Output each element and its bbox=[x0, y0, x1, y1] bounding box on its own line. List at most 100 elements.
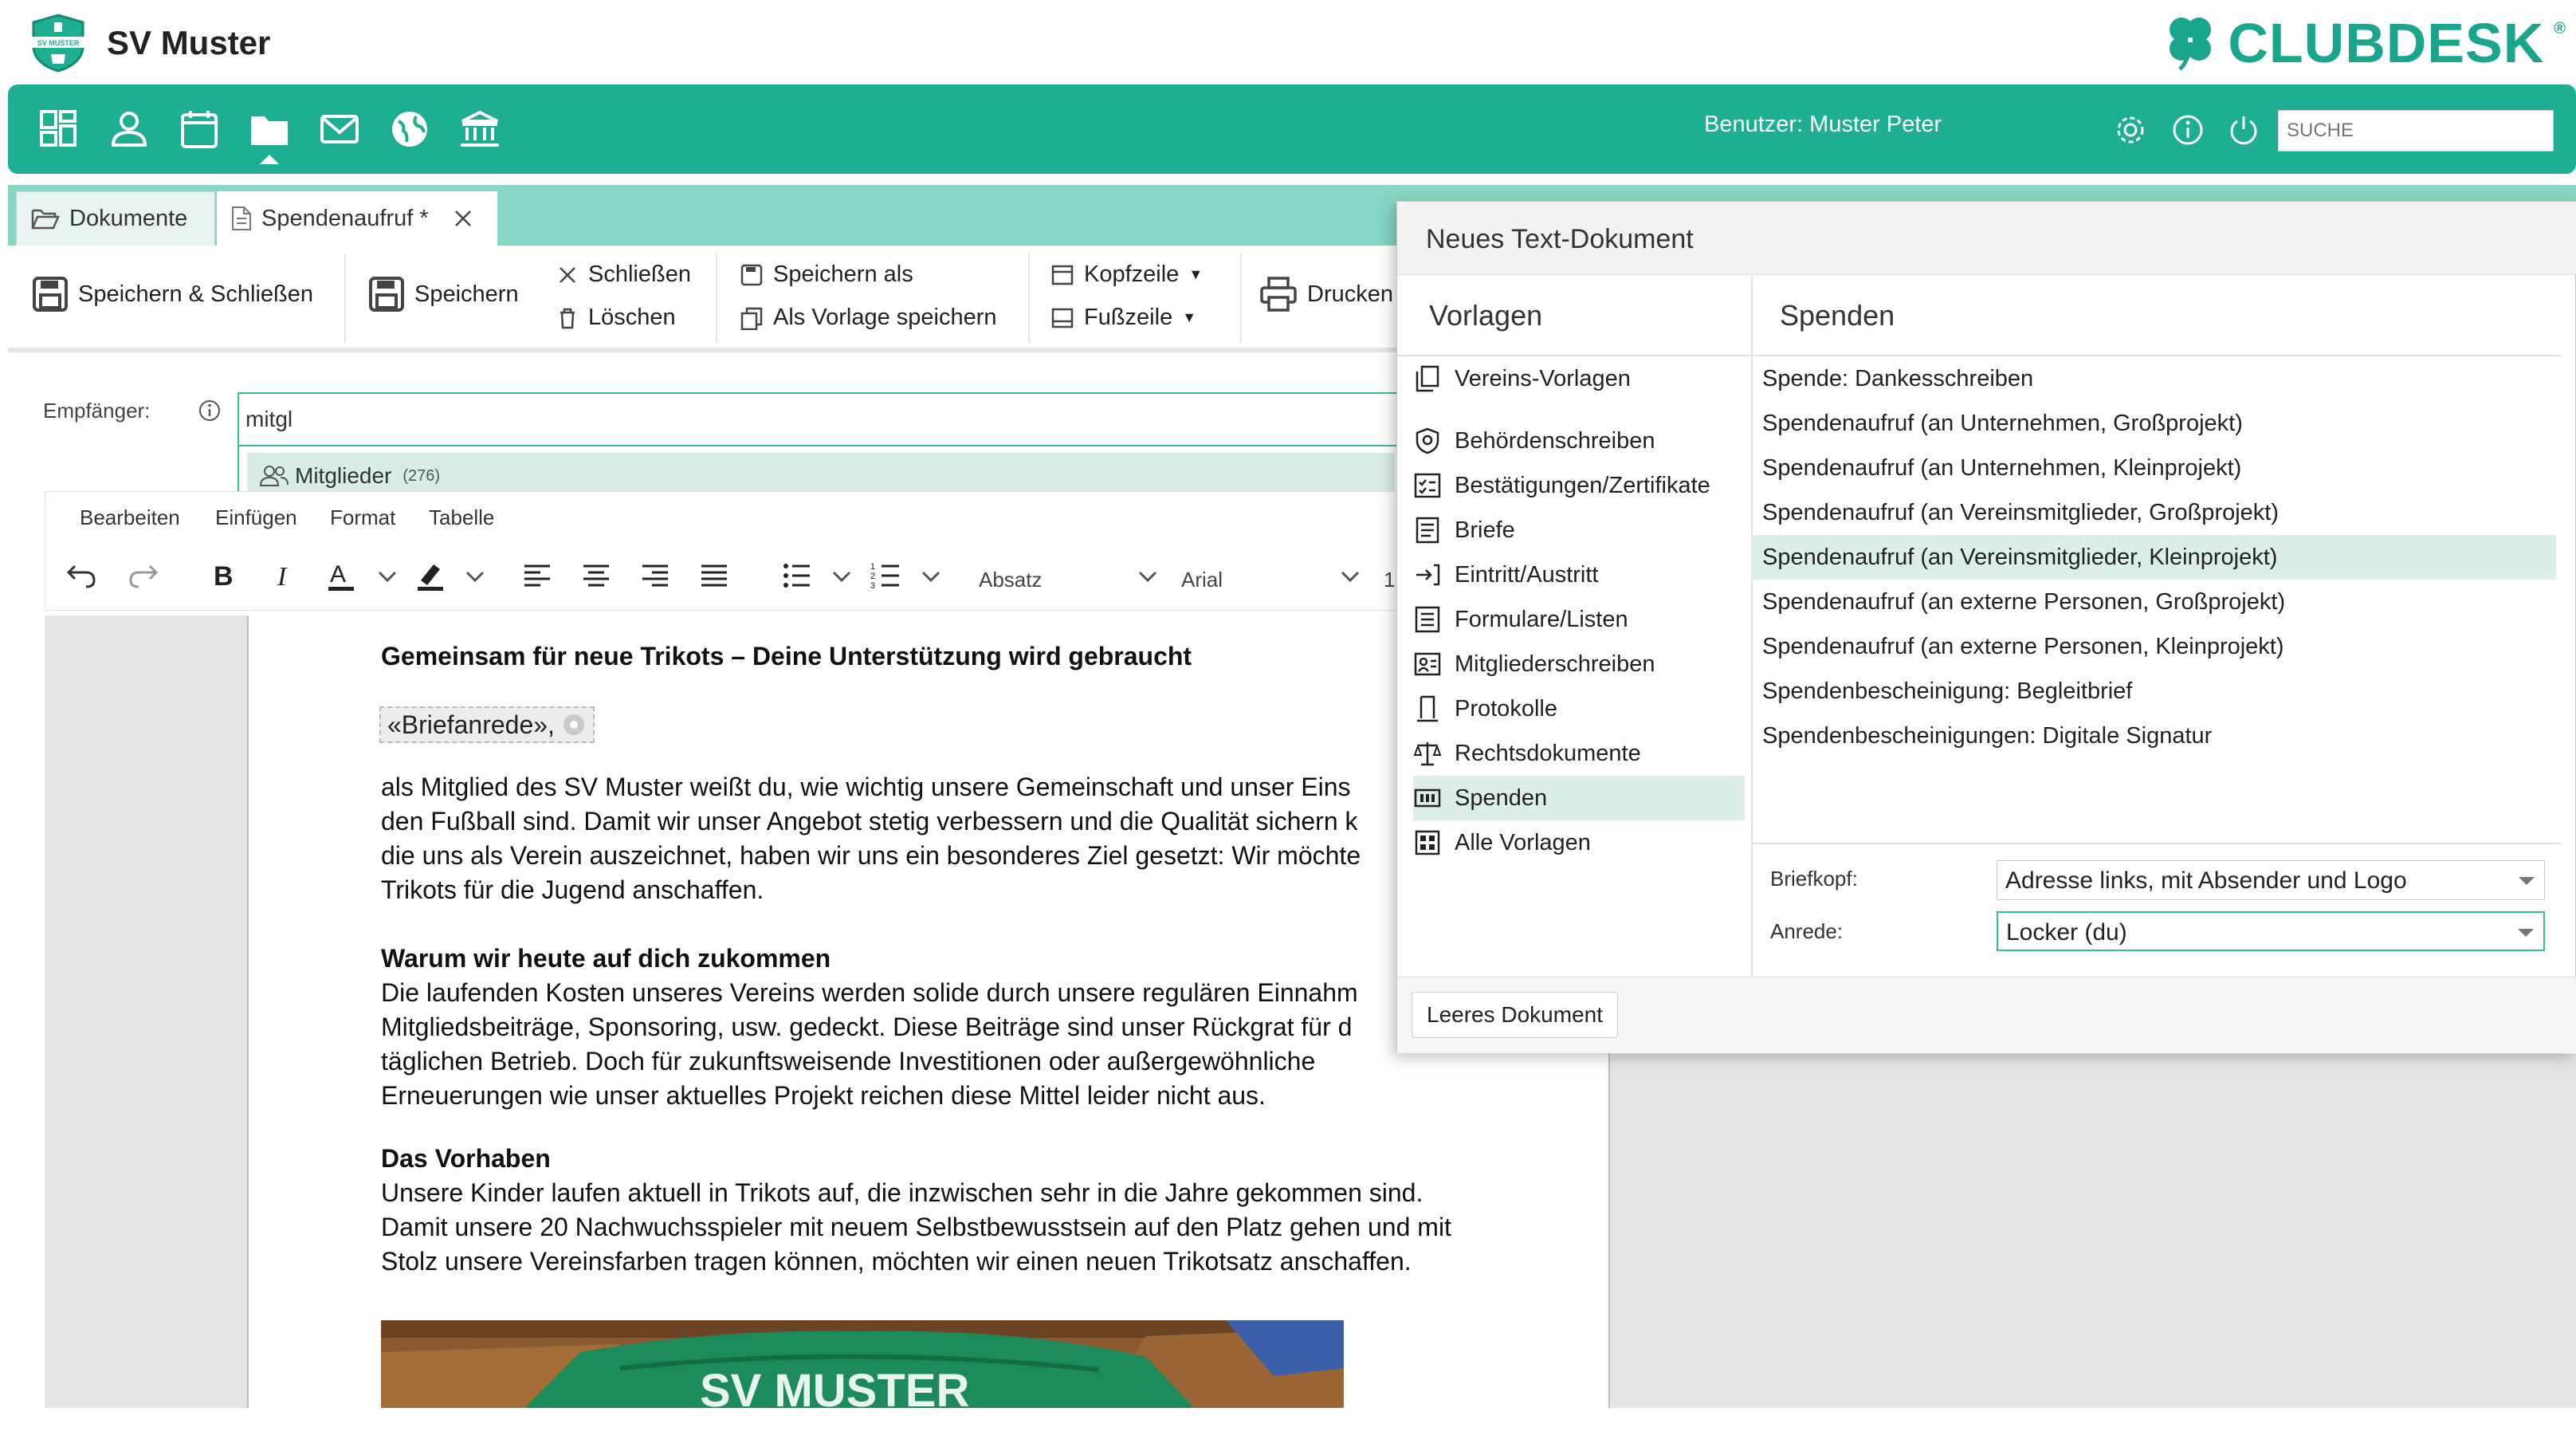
folder-icon[interactable] bbox=[249, 108, 290, 150]
paragraph-line[interactable]: Stolz unsere Vereinsfarben tragen können… bbox=[381, 1245, 1412, 1279]
header-dropdown[interactable]: Kopfzeile ▼ bbox=[1050, 261, 1203, 288]
current-user-label[interactable]: Benutzer: Muster Peter bbox=[1704, 112, 1942, 138]
template-item-selected[interactable]: Spendenaufruf (an Vereinsmitglieder, Kle… bbox=[1751, 535, 2556, 580]
dashboard-icon[interactable] bbox=[38, 108, 80, 150]
paragraph-line[interactable]: die uns als Verein auszeichnet, haben wi… bbox=[381, 839, 1361, 873]
block-format-select[interactable]: Absatz bbox=[979, 568, 1043, 592]
recipient-input[interactable]: mitgl bbox=[238, 392, 1401, 446]
paragraph-line[interactable]: Die laufenden Kosten unseres Vereins wer… bbox=[381, 976, 1358, 1010]
save-template-button[interactable]: Als Vorlage speichern bbox=[740, 305, 997, 331]
save-icon bbox=[33, 277, 68, 312]
undo-icon[interactable] bbox=[64, 558, 99, 593]
paragraph-line[interactable]: Erneuerungen wie unser aktuelles Projekt… bbox=[381, 1079, 1266, 1113]
category-vereins-vorlagen[interactable]: Vereins-Vorlagen bbox=[1413, 356, 1745, 401]
letter-icon bbox=[1416, 517, 1439, 544]
print-button[interactable]: Drucken bbox=[1259, 276, 1393, 313]
font-size-select[interactable]: 1 bbox=[1384, 568, 1395, 592]
section-heading[interactable]: Das Vorhaben bbox=[381, 1142, 551, 1176]
paragraph-line[interactable]: als Mitglied des SV Muster weißt du, wie… bbox=[381, 770, 1351, 804]
template-item[interactable]: Spendenaufruf (an Unternehmen, Kleinproj… bbox=[1751, 446, 2556, 490]
calendar-icon[interactable] bbox=[179, 108, 220, 150]
template-item[interactable]: Spendenaufruf (an externe Personen, Klei… bbox=[1751, 624, 2556, 669]
close-button[interactable]: Schließen bbox=[556, 261, 691, 288]
category-eintritt-austritt[interactable]: Eintritt/Austritt bbox=[1413, 552, 1745, 597]
template-item[interactable]: Spendenbescheinigung: Begleitbrief bbox=[1751, 669, 2556, 714]
align-center-icon[interactable] bbox=[579, 558, 614, 593]
salutation-select[interactable]: Locker (du) bbox=[1997, 911, 2545, 951]
globe-icon[interactable] bbox=[389, 108, 430, 150]
paragraph-line[interactable]: Mitgliedsbeiträge, Sponsoring, usw. gede… bbox=[381, 1010, 1352, 1044]
chevron-down-icon[interactable] bbox=[370, 558, 405, 593]
paragraph-line[interactable]: den Fußball sind. Damit wir unser Angebo… bbox=[381, 804, 1358, 839]
chevron-down-icon[interactable] bbox=[824, 558, 859, 593]
save-close-button[interactable]: Speichern & Schließen bbox=[32, 276, 313, 313]
italic-icon[interactable]: I bbox=[266, 558, 301, 593]
person-icon[interactable] bbox=[108, 108, 150, 150]
search-input[interactable] bbox=[2278, 110, 2554, 151]
paragraph-line[interactable]: Damit unsere 20 Nachwuchsspieler mit neu… bbox=[381, 1210, 1451, 1245]
menu-einfuegen[interactable]: Einfügen bbox=[215, 505, 297, 530]
members-icon bbox=[1414, 652, 1441, 676]
paragraph-line[interactable]: Trikots für die Jugend anschaffen. bbox=[381, 873, 764, 907]
club-brand[interactable]: SV MUSTER SV Muster bbox=[27, 13, 270, 73]
text-color-icon[interactable]: A bbox=[324, 558, 359, 593]
save-as-button[interactable]: Speichern als bbox=[740, 261, 913, 288]
save-button[interactable]: Speichern bbox=[368, 276, 519, 313]
category-briefe[interactable]: Briefe bbox=[1413, 508, 1745, 552]
salutation-placeholder[interactable]: «Briefanrede», bbox=[379, 706, 595, 743]
category-spenden[interactable]: Spenden bbox=[1413, 776, 1745, 820]
power-icon[interactable] bbox=[2227, 113, 2260, 147]
app-window: SV MUSTER SV Muster CLUBDESK ® Benutzer:… bbox=[0, 0, 2576, 1451]
info-icon[interactable] bbox=[2171, 113, 2205, 147]
bank-icon[interactable] bbox=[459, 108, 501, 150]
bullet-list-icon[interactable] bbox=[779, 558, 815, 593]
category-rechtsdokumente[interactable]: Rechtsdokumente bbox=[1413, 731, 1745, 776]
template-item[interactable]: Spendenbescheinigungen: Digitale Signatu… bbox=[1751, 714, 2556, 758]
jersey-photo[interactable]: SV MUSTER bbox=[381, 1320, 1344, 1408]
header-icon bbox=[1051, 265, 1074, 285]
highlight-icon[interactable] bbox=[413, 558, 448, 593]
header-label: Kopfzeile bbox=[1084, 261, 1180, 287]
gear-icon[interactable] bbox=[2114, 113, 2147, 147]
club-logo-text: SV MUSTER bbox=[37, 39, 80, 47]
chevron-down-icon[interactable] bbox=[457, 558, 493, 593]
category-protokolle[interactable]: Protokolle bbox=[1413, 686, 1745, 731]
redo-icon[interactable] bbox=[126, 558, 161, 593]
paragraph-line[interactable]: täglichen Betrieb. Doch für zukunftsweis… bbox=[381, 1044, 1315, 1079]
template-item[interactable]: Spendenaufruf (an Vereinsmitglieder, Gro… bbox=[1751, 490, 2556, 535]
menu-bearbeiten[interactable]: Bearbeiten bbox=[80, 505, 180, 530]
category-formulare-listen[interactable]: Formulare/Listen bbox=[1413, 597, 1745, 642]
chevron-down-icon[interactable] bbox=[913, 558, 948, 593]
numbered-list-icon[interactable]: 1 2 3 bbox=[869, 558, 904, 593]
align-justify-icon[interactable] bbox=[697, 558, 732, 593]
template-item[interactable]: Spendenaufruf (an Unternehmen, Großproje… bbox=[1751, 401, 2556, 446]
members-icon bbox=[259, 466, 289, 486]
tab-spendenaufruf[interactable]: Spendenaufruf * bbox=[217, 191, 497, 246]
template-item[interactable]: Spende: Dankesschreiben bbox=[1751, 356, 2556, 401]
footer-icon bbox=[1051, 308, 1074, 328]
empty-document-button[interactable]: Leeres Dokument bbox=[1412, 992, 1619, 1038]
menu-tabelle[interactable]: Tabelle bbox=[429, 505, 494, 530]
category-bestaetigungen[interactable]: Bestätigungen/Zertifikate bbox=[1413, 463, 1745, 508]
category-mitgliederschreiben[interactable]: Mitgliederschreiben bbox=[1413, 642, 1745, 686]
font-family-select[interactable]: Arial bbox=[1181, 568, 1223, 592]
align-left-icon[interactable] bbox=[520, 558, 555, 593]
letterhead-select[interactable]: Adresse links, mit Absender und Logo bbox=[1997, 860, 2545, 900]
menu-format[interactable]: Format bbox=[330, 505, 395, 530]
chevron-down-icon[interactable] bbox=[1130, 558, 1165, 593]
tab-dokumente[interactable]: Dokumente bbox=[16, 191, 215, 246]
template-item[interactable]: Spendenaufruf (an externe Personen, Groß… bbox=[1751, 580, 2556, 624]
section-heading[interactable]: Warum wir heute auf dich zukommen bbox=[381, 942, 831, 976]
paragraph-line[interactable]: Unsere Kinder laufen aktuell in Trikots … bbox=[381, 1176, 1423, 1210]
footer-dropdown[interactable]: Fußzeile ▼ bbox=[1050, 305, 1196, 331]
document-heading[interactable]: Gemeinsam für neue Trikots – Deine Unter… bbox=[381, 639, 1192, 674]
category-behoerdenschreiben[interactable]: Behördenschreiben bbox=[1413, 419, 1745, 463]
category-alle-vorlagen[interactable]: Alle Vorlagen bbox=[1413, 820, 1745, 865]
info-icon[interactable] bbox=[198, 399, 222, 423]
delete-button[interactable]: Löschen bbox=[556, 305, 676, 331]
mail-icon[interactable] bbox=[319, 108, 360, 150]
close-icon[interactable] bbox=[453, 208, 473, 229]
bold-icon[interactable]: B bbox=[206, 558, 241, 593]
align-right-icon[interactable] bbox=[638, 558, 673, 593]
chevron-down-icon[interactable] bbox=[1333, 558, 1368, 593]
